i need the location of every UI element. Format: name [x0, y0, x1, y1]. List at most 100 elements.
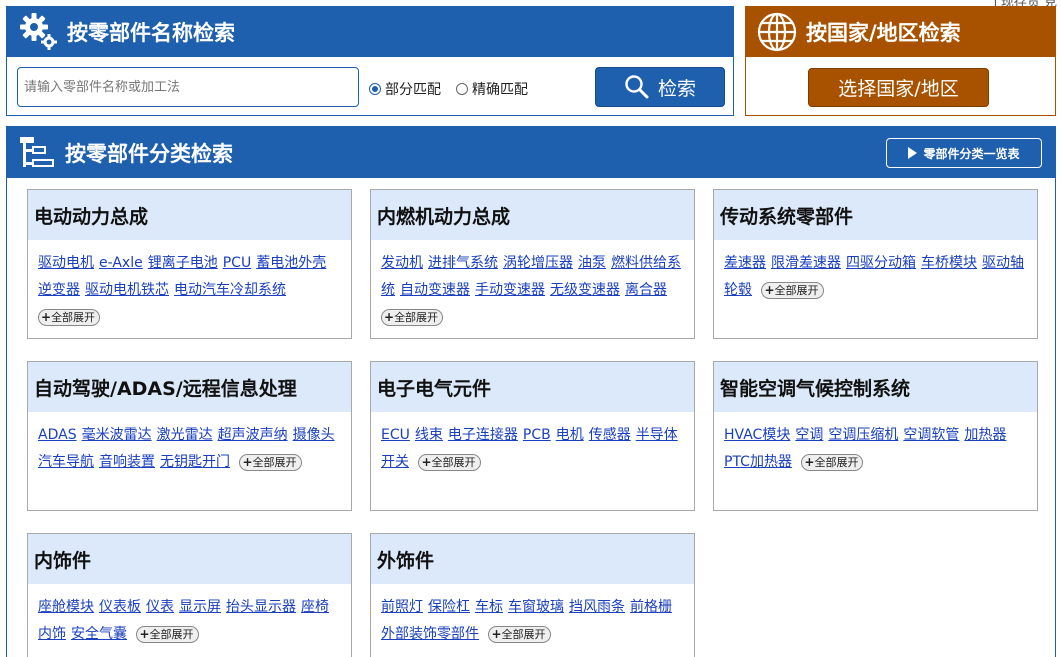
part-link[interactable]: 锂离子电池	[148, 255, 218, 271]
category-links: 座舱模块 仪表板 仪表 显示屏 抬头显示器 座椅内饰 安全气囊 +全部展开	[28, 584, 351, 648]
radio-partial-dot[interactable]	[369, 83, 381, 95]
part-link[interactable]: 四驱分动箱	[846, 255, 916, 271]
part-link[interactable]: 加热器	[964, 427, 1006, 443]
part-link[interactable]: 油泵	[578, 255, 606, 271]
category-list-button[interactable]: 零部件分类一览表	[886, 138, 1042, 168]
part-link[interactable]: 内饰	[38, 626, 66, 642]
part-link[interactable]: PCU	[223, 255, 251, 271]
part-link[interactable]: 摄像头	[293, 427, 335, 443]
part-link[interactable]: ECU	[381, 427, 410, 443]
part-link[interactable]: 车窗玻璃	[508, 599, 564, 615]
part-link[interactable]: 发动机	[381, 255, 423, 271]
category-card: 内饰件 座舱模块 仪表板 仪表 显示屏 抬头显示器 座椅内饰 安全气囊 +全部展开	[27, 533, 352, 657]
part-link[interactable]: 仪表板	[99, 599, 141, 615]
part-link[interactable]: 驱动轴	[982, 255, 1024, 271]
expand-all-button[interactable]: +全部展开	[761, 281, 824, 299]
part-link[interactable]: 抬头显示器	[226, 599, 296, 615]
part-link[interactable]: 无钥匙开门	[160, 454, 230, 470]
expand-all-button[interactable]: +全部展开	[801, 453, 864, 471]
part-link[interactable]: PTC加热器	[724, 454, 792, 470]
search-button-label: 检索	[657, 77, 696, 100]
search-button[interactable]: 检索	[595, 67, 725, 107]
radio-exact-match[interactable]: 精确匹配	[456, 79, 528, 99]
category-title: 内燃机动力总成	[371, 190, 694, 240]
part-link[interactable]: 自动变速器	[400, 282, 470, 298]
part-link[interactable]: 外部装饰零部件	[381, 626, 479, 642]
part-link[interactable]: ADAS	[38, 427, 77, 443]
part-link[interactable]: 逆变器	[38, 282, 80, 298]
part-link[interactable]: 手动变速器	[475, 282, 545, 298]
part-link[interactable]: 安全气囊	[71, 626, 127, 642]
part-name-search-input[interactable]	[17, 67, 359, 107]
expand-all-label: 全部展开	[252, 455, 297, 469]
part-link[interactable]: 显示屏	[179, 599, 221, 615]
part-link[interactable]: 挡风雨条	[569, 599, 625, 615]
plus-icon: +	[384, 309, 395, 324]
expand-all-button[interactable]: +全部展开	[488, 625, 551, 643]
part-link[interactable]: 限滑差速器	[771, 255, 841, 271]
radio-exact-dot[interactable]	[456, 83, 468, 95]
part-link[interactable]: 座椅	[301, 599, 329, 615]
part-link[interactable]: 离合器	[625, 282, 667, 298]
part-link[interactable]: 电子连接器	[448, 427, 518, 443]
part-link[interactable]: 毫米波雷达	[82, 427, 152, 443]
expand-all-button[interactable]: +全部展开	[418, 453, 481, 471]
part-link[interactable]: 空调压缩机	[828, 427, 898, 443]
radio-partial-label: 部分匹配	[385, 82, 441, 98]
part-link[interactable]: 开关	[381, 454, 409, 470]
part-link[interactable]: 线束	[415, 427, 443, 443]
part-link[interactable]: 蓄电池外壳	[256, 255, 326, 271]
part-link[interactable]: 差速器	[724, 255, 766, 271]
part-link[interactable]: 车桥模块	[921, 255, 977, 271]
part-link[interactable]: 驱动电机铁芯	[85, 282, 169, 298]
category-search-header: 按零部件分类检索 零部件分类一览表	[7, 127, 1055, 178]
expand-all-button[interactable]: +全部展开	[136, 625, 199, 643]
part-link[interactable]: 电动汽车冷却系统	[174, 282, 286, 298]
part-link[interactable]: 电机	[556, 427, 584, 443]
expand-all-label: 全部展开	[814, 455, 859, 469]
part-link[interactable]: 前格栅	[630, 599, 672, 615]
part-link[interactable]: 涡轮增压器	[503, 255, 573, 271]
expand-all-button[interactable]: +全部展开	[239, 453, 302, 471]
part-link[interactable]: 半导体	[636, 427, 678, 443]
part-link[interactable]: 进排气系统	[428, 255, 498, 271]
part-link[interactable]: PCB	[523, 427, 551, 443]
expand-all-label: 全部展开	[149, 627, 194, 641]
expand-all-label: 全部展开	[394, 310, 439, 324]
part-link[interactable]: e-Axle	[99, 255, 143, 271]
category-links: 前照灯 保险杠 车标 车窗玻璃 挡风雨条 前格栅外部装饰零部件 +全部展开	[371, 584, 694, 648]
part-link[interactable]: 激光雷达	[157, 427, 213, 443]
part-link[interactable]: 空调	[795, 427, 823, 443]
part-link[interactable]: 前照灯	[381, 599, 423, 615]
part-link[interactable]: 空调软管	[903, 427, 959, 443]
part-link[interactable]: 车标	[475, 599, 503, 615]
plus-icon: +	[491, 626, 502, 641]
category-card: 内燃机动力总成 发动机 进排气系统 涡轮增压器 油泵 燃料供给系统 自动变速器 手动变速器无…	[370, 189, 695, 339]
category-card: 智能空调气候控制系统 HVAC模块 空调 空调压缩机 空调软管 加热器 PTC加热器 +全…	[713, 361, 1038, 511]
category-card: 自动驾驶/ADAS/远程信息处理 ADAS 毫米波雷达 激光雷达 超声波声纳 摄像头汽车…	[27, 361, 352, 511]
expand-all-label: 全部展开	[51, 310, 96, 324]
category-links: HVAC模块 空调 空调压缩机 空调软管 加热器 PTC加热器 +全部展开	[714, 412, 1037, 476]
radio-exact-label: 精确匹配	[472, 82, 528, 98]
category-links: ADAS 毫米波雷达 激光雷达 超声波声纳 摄像头汽车导航 音响装置 无钥匙开门 +全部展开	[28, 412, 351, 476]
part-link[interactable]: 轮毂	[724, 282, 752, 298]
part-link[interactable]: 仪表	[146, 599, 174, 615]
part-link[interactable]: 驱动电机	[38, 255, 94, 271]
part-link[interactable]: 汽车导航	[38, 454, 94, 470]
part-link[interactable]: 超声波声纳	[218, 427, 288, 443]
part-link[interactable]: 无级变速器	[550, 282, 620, 298]
part-link[interactable]: HVAC模块	[724, 427, 790, 443]
plus-icon: +	[242, 454, 253, 469]
radio-partial-match[interactable]: 部分匹配	[369, 79, 441, 99]
expand-all-button[interactable]: +全部展开	[38, 308, 101, 326]
part-link[interactable]: 座舱模块	[38, 599, 94, 615]
part-link[interactable]: 音响装置	[99, 454, 155, 470]
play-triangle-icon	[908, 147, 918, 159]
search-icon	[625, 75, 649, 99]
expand-all-button[interactable]: +全部展开	[381, 308, 444, 326]
part-link[interactable]: 传感器	[589, 427, 631, 443]
part-link[interactable]: 保险杠	[428, 599, 470, 615]
category-links: ECU 线束 电子连接器 PCB 电机 传感器 半导体开关 +全部展开	[371, 412, 694, 476]
country-search-panel: 按国家/地区检索 选择国家/地区	[745, 6, 1056, 116]
select-country-button[interactable]: 选择国家/地区	[808, 68, 989, 107]
